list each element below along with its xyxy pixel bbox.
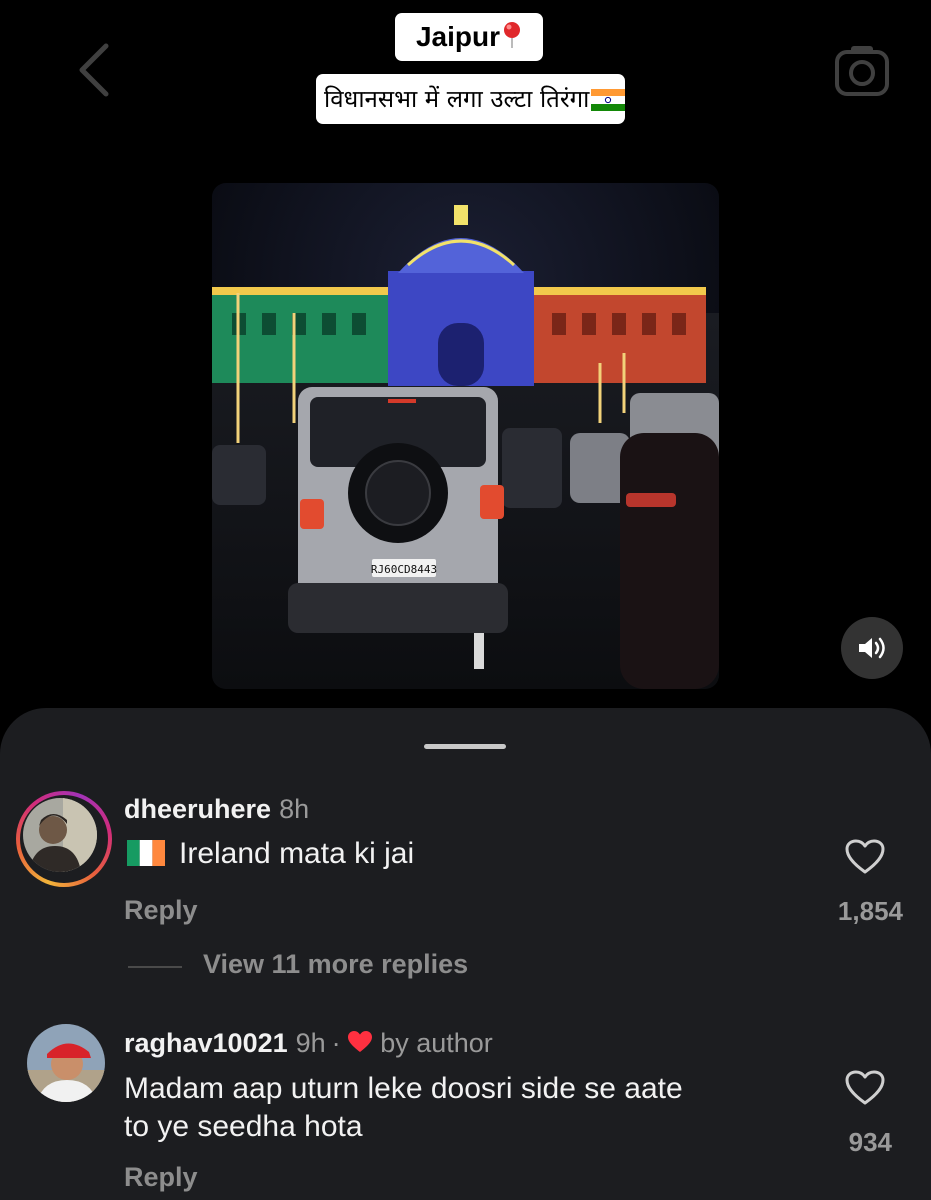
speaker-icon (859, 637, 885, 659)
story-ring[interactable] (16, 791, 112, 887)
story-caption-text: विधानसभा में लगा उल्टा तिरंगा (324, 85, 590, 113)
story-caption: विधानसभा में लगा उल्टा तिरंगा (316, 74, 626, 124)
sheet-drag-handle[interactable] (424, 744, 506, 749)
comment-time: 8h (279, 794, 310, 824)
comments-sheet: dheeruhere 8h Ireland mata ki jai Reply 1… (0, 708, 931, 1200)
avatar[interactable] (23, 798, 97, 872)
chevron-left-icon[interactable] (70, 40, 120, 100)
comment-username[interactable]: raghav10021 9h · by author (124, 1028, 493, 1061)
replies-divider (128, 966, 182, 968)
ireland-flag-icon (127, 838, 165, 866)
location-pin-icon (502, 13, 522, 61)
avatar[interactable] (27, 1024, 105, 1102)
story-video[interactable]: RJ60CD8443 (212, 183, 719, 689)
like-count: 1,854 (837, 896, 903, 926)
comment-text: Madam aap uturn leke doosri side se aate… (124, 1070, 683, 1146)
comment-username[interactable]: dheeruhere 8h (124, 794, 309, 825)
story-viewer: Jaipur विधानसभा में लगा उल्टा तिरंगा RJ6… (0, 0, 931, 720)
like-count: 934 (848, 1127, 892, 1157)
india-flag-icon (591, 89, 626, 111)
vehicle-number-plate: RJ60CD8443 (371, 563, 437, 576)
location-tag-text: Jaipur (415, 21, 501, 52)
comment-time: 9h (295, 1028, 326, 1058)
comment-text-line: to ye seedha hota (124, 1110, 363, 1143)
camera-icon[interactable] (833, 42, 891, 100)
heart-outline-icon[interactable] (845, 839, 885, 875)
location-tag[interactable]: Jaipur (395, 13, 543, 61)
comment-text-content: Ireland mata ki jai (179, 837, 415, 870)
comment-text: Ireland mata ki jai (127, 835, 414, 873)
view-more-replies-button[interactable]: View 11 more replies (203, 949, 468, 980)
by-author-badge: by author (380, 1028, 493, 1058)
reply-button[interactable]: Reply (124, 1162, 198, 1193)
reply-button[interactable]: Reply (124, 895, 198, 926)
comment-username-text[interactable]: raghav10021 (124, 1028, 288, 1058)
comment-text-line: Madam aap uturn leke doosri side se aate (124, 1072, 683, 1105)
heart-outline-icon[interactable] (845, 1070, 885, 1106)
sound-toggle-button[interactable] (841, 617, 903, 679)
author-liked-heart-icon (347, 1030, 373, 1061)
comment-username-text[interactable]: dheeruhere (124, 794, 271, 824)
